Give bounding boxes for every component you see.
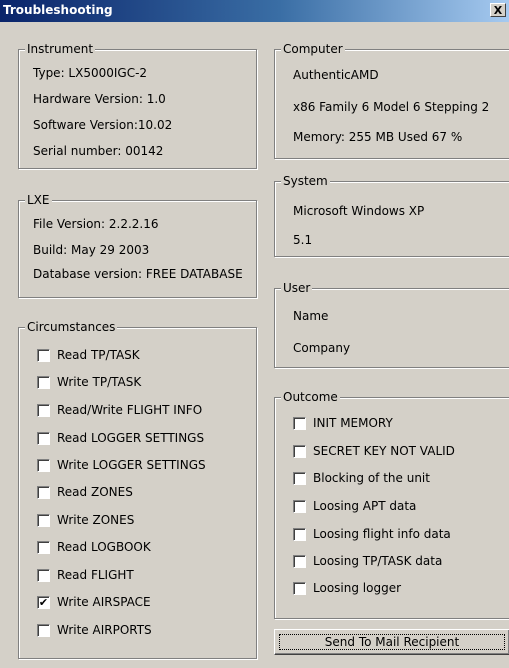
- outcome-legend: Outcome: [281, 390, 340, 404]
- computer-memory: Memory: 255 MB Used 67 %: [293, 130, 463, 144]
- checkbox-box[interactable]: [37, 432, 50, 445]
- checkbox-label: Loosing TP/TASK data: [313, 554, 443, 568]
- checkbox-box[interactable]: [293, 472, 306, 485]
- system-legend: System: [281, 174, 330, 188]
- instrument-software-version: Software Version:10.02: [33, 118, 173, 132]
- checkbox-label: Read LOGGER SETTINGS: [57, 431, 205, 445]
- system-version: 5.1: [293, 233, 313, 247]
- system-group: System Microsoft Windows XP 5.1: [274, 174, 509, 257]
- checkbox-label: INIT MEMORY: [313, 416, 393, 430]
- checkbox-box[interactable]: [293, 500, 306, 513]
- checkbox-label: Loosing logger: [313, 581, 402, 595]
- lxe-build: Build: May 29 2003: [33, 243, 150, 257]
- checkbox-box[interactable]: [37, 459, 50, 472]
- user-group: User Name Company: [274, 281, 509, 368]
- computer-vendor: AuthenticAMD: [293, 68, 379, 82]
- checkbox-box[interactable]: [37, 404, 50, 417]
- lxe-group: LXE File Version: 2.2.2.16 Build: May 29…: [18, 193, 257, 298]
- checkbox-label: Read LOGBOOK: [57, 540, 151, 554]
- instrument-type: Type: LX5000IGC-2: [33, 66, 148, 80]
- instrument-legend: Instrument: [25, 42, 96, 56]
- user-legend: User: [281, 281, 313, 295]
- checkbox-box[interactable]: [37, 376, 50, 389]
- checkbox-label: Loosing APT data: [313, 499, 417, 513]
- checkbox-box[interactable]: ✔: [37, 596, 50, 609]
- system-os: Microsoft Windows XP: [293, 204, 425, 218]
- checkbox-box[interactable]: [37, 514, 50, 527]
- checkbox-box[interactable]: [293, 582, 306, 595]
- checkbox-box[interactable]: [37, 569, 50, 582]
- title-bar: Troubleshooting X: [0, 0, 509, 22]
- checkbox-label: Write AIRPORTS: [57, 623, 152, 637]
- user-name: Name: [293, 309, 329, 323]
- checkbox-label: SECRET KEY NOT VALID: [313, 444, 455, 458]
- computer-cpu: x86 Family 6 Model 6 Stepping 2: [293, 100, 490, 114]
- checkbox-label: Read/Write FLIGHT INFO: [57, 403, 203, 417]
- checkbox-label: Read ZONES: [57, 485, 133, 499]
- instrument-hardware-version: Hardware Version: 1.0: [33, 92, 166, 106]
- user-company: Company: [293, 341, 351, 355]
- checkbox-label: Read TP/TASK: [57, 348, 140, 362]
- checkbox-label: Write AIRSPACE: [57, 595, 151, 609]
- checkbox-label: Write ZONES: [57, 513, 135, 527]
- checkbox-box[interactable]: [293, 555, 306, 568]
- outcome-group: Outcome INIT MEMORY SECRET KEY NOT VALID…: [274, 390, 509, 619]
- lxe-file-version: File Version: 2.2.2.16: [33, 217, 159, 231]
- checkbox-label: Blocking of the unit: [313, 471, 430, 485]
- checkbox-box[interactable]: [37, 541, 50, 554]
- checkbox-box[interactable]: [293, 528, 306, 541]
- checkbox-box[interactable]: [293, 445, 306, 458]
- checkbox-label: Write TP/TASK: [57, 375, 142, 389]
- computer-legend: Computer: [281, 42, 345, 56]
- checkbox-label: Read FLIGHT: [57, 568, 134, 582]
- lxe-legend: LXE: [25, 193, 52, 207]
- circumstances-legend: Circumstances: [25, 320, 118, 334]
- close-button[interactable]: X: [490, 3, 506, 17]
- checkbox-box[interactable]: [293, 417, 306, 430]
- send-button-label: Send To Mail Recipient: [324, 635, 460, 649]
- checkbox-box[interactable]: [37, 349, 50, 362]
- lxe-database-version: Database version: FREE DATABASE: [33, 267, 243, 281]
- checkbox-label: Write LOGGER SETTINGS: [57, 458, 206, 472]
- checkbox-box[interactable]: [37, 624, 50, 637]
- instrument-serial-number: Serial number: 00142: [33, 144, 164, 158]
- circumstances-group: Circumstances Read TP/TASK Write TP/TASK…: [18, 320, 257, 659]
- send-to-mail-recipient-button[interactable]: Send To Mail Recipient: [274, 629, 509, 655]
- instrument-group: Instrument Type: LX5000IGC-2 Hardware Ve…: [18, 42, 257, 169]
- checkbox-label: Loosing flight info data: [313, 527, 451, 541]
- computer-group: Computer AuthenticAMD x86 Family 6 Model…: [274, 42, 509, 159]
- checkbox-box[interactable]: [37, 486, 50, 499]
- window-title: Troubleshooting: [3, 3, 113, 17]
